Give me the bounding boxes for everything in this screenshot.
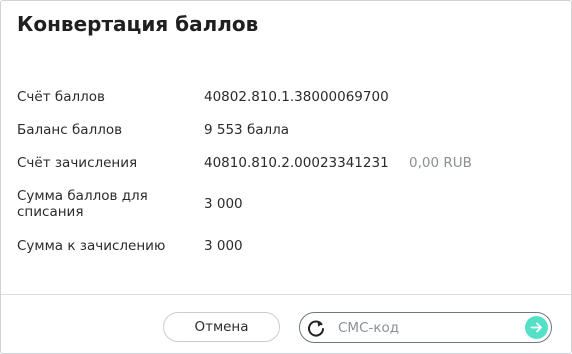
debit-sum-label: Сумма баллов для списания — [17, 188, 148, 220]
submit-button[interactable] — [525, 316, 548, 339]
balance-value: 9 553 балла — [204, 122, 290, 138]
account-label: Счёт баллов — [17, 89, 105, 105]
arrow-right-icon — [530, 322, 542, 333]
credit-sum-label: Сумма к зачислению — [17, 238, 166, 254]
balance-label: Баланс баллов — [17, 122, 123, 138]
credit-account-amount: 0,00 RUB — [409, 155, 472, 171]
debit-sum-value: 3 000 — [204, 196, 243, 212]
conversion-dialog: Конвертация баллов Счёт баллов 40802.810… — [0, 0, 572, 354]
refresh-icon[interactable] — [306, 318, 326, 338]
credit-account-value: 40810.810.2.00023341231 — [204, 155, 389, 171]
credit-account-label: Счёт зачисления — [17, 155, 138, 171]
cancel-button[interactable]: Отмена — [163, 312, 280, 342]
dialog-title: Конвертация баллов — [17, 12, 259, 36]
footer-divider — [1, 294, 571, 295]
sms-code-input[interactable] — [338, 317, 508, 338]
sms-code-field — [299, 312, 552, 343]
account-value: 40802.810.1.38000069700 — [204, 89, 389, 105]
credit-sum-value: 3 000 — [204, 238, 243, 254]
